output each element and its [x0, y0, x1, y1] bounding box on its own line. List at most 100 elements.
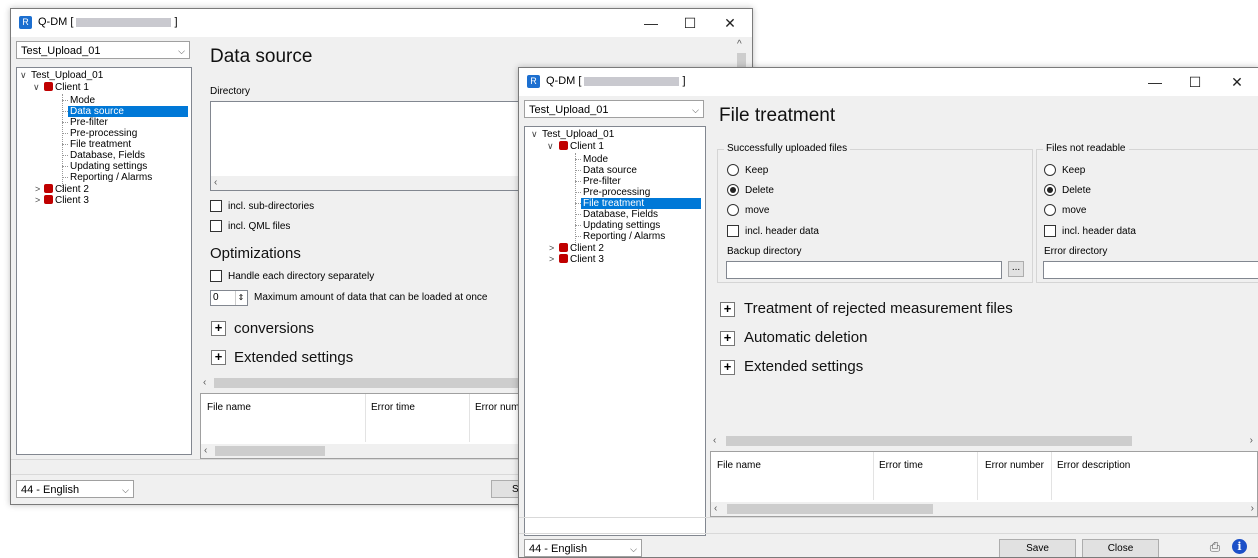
tree-client-3[interactable]: Client 3 [559, 253, 604, 265]
grid-scrollbar[interactable]: ‹ [201, 444, 546, 458]
tree-item-file-treatment[interactable]: File treatment [581, 198, 701, 209]
column-file-name[interactable]: File name [717, 460, 761, 471]
backup-directory-input[interactable] [726, 261, 1002, 279]
tree-root[interactable]: Test_Upload_01 [31, 70, 103, 81]
scroll-right-icon[interactable]: › [1250, 434, 1253, 448]
error-grid[interactable]: File name Error time Error number Error … [710, 451, 1258, 517]
extended-settings-section[interactable]: Extended settings [234, 349, 353, 366]
directory-scrollbar[interactable]: ‹ [211, 176, 541, 190]
tree-item-reporting-alarms[interactable]: Reporting / Alarms [583, 231, 665, 242]
collapse-root-icon[interactable]: ∨ [531, 129, 538, 140]
expand-rejected-files-icon[interactable]: + [720, 302, 735, 317]
collapse-client1-icon[interactable]: ∨ [33, 82, 40, 93]
content-scrollbar[interactable]: ‹ › [710, 434, 1256, 448]
uploaded-incl-header-checkbox[interactable] [727, 225, 739, 237]
scroll-up-icon[interactable]: ^ [737, 39, 742, 50]
collapse-client1-icon[interactable]: ∨ [547, 141, 554, 152]
content-scrollbar[interactable]: ‹ [200, 376, 540, 390]
error-grid[interactable]: File name Error time Error number ‹ [200, 393, 547, 459]
scroll-left-icon[interactable]: ‹ [214, 176, 217, 190]
tree-item-reporting-alarms[interactable]: Reporting / Alarms [70, 172, 152, 183]
tree-item-database-fields[interactable]: Database, Fields [583, 209, 658, 220]
tree-client-1[interactable]: Client 1 [44, 81, 89, 93]
grid-scrollbar[interactable]: ‹ › [711, 502, 1257, 516]
expand-client3-icon[interactable]: > [549, 254, 554, 264]
unreadable-delete-radio[interactable] [1044, 184, 1056, 196]
tree-item-pre-processing[interactable]: Pre-processing [583, 187, 650, 198]
tree-item-pre-filter[interactable]: Pre-filter [583, 176, 621, 187]
tree-item-file-treatment[interactable]: File treatment [70, 139, 131, 150]
expand-extended-settings-icon[interactable]: + [211, 350, 226, 365]
error-directory-input[interactable] [1043, 261, 1258, 279]
minimize-button[interactable]: — [631, 9, 671, 37]
column-file-name[interactable]: File name [207, 402, 251, 413]
column-error-time[interactable]: Error time [879, 460, 923, 471]
tree-item-pre-processing[interactable]: Pre-processing [70, 128, 137, 139]
extended-settings-section[interactable]: Extended settings [744, 358, 863, 375]
tree-item-updating-settings[interactable]: Updating settings [70, 161, 147, 172]
navigation-tree[interactable]: ∨ Test_Upload_01 ∨ Client 1 Mode Data so… [16, 67, 192, 455]
conversions-section[interactable]: conversions [234, 320, 314, 337]
maximize-button[interactable]: ☐ [670, 9, 710, 37]
expand-client2-icon[interactable]: > [35, 184, 40, 194]
minimize-button[interactable]: — [1135, 68, 1175, 96]
collapse-root-icon[interactable]: ∨ [20, 70, 27, 81]
handle-each-directory-checkbox[interactable] [210, 270, 222, 282]
language-select[interactable]: 44 - English ⌵ [16, 480, 134, 498]
language-select[interactable]: 44 - English ⌵ [524, 539, 642, 557]
navigation-tree[interactable]: ∨ Test_Upload_01 ∨ Client 1 Mode Data so… [524, 126, 706, 536]
project-select[interactable]: Test_Upload_01 ⌵ [524, 100, 704, 118]
scroll-left-icon[interactable]: ‹ [714, 502, 717, 516]
spin-arrows-icon[interactable]: ⇕ [235, 291, 246, 305]
tree-item-mode[interactable]: Mode [583, 154, 608, 165]
language-select-value: 44 - English [21, 484, 80, 496]
browse-button[interactable]: ... [1008, 261, 1024, 277]
tree-item-data-source[interactable]: Data source [583, 165, 637, 176]
incl-sub-directories-label: incl. sub-directories [228, 201, 315, 212]
expand-conversions-icon[interactable]: + [211, 321, 226, 336]
incl-qml-files-checkbox[interactable] [210, 220, 222, 232]
tree-client-3[interactable]: Client 3 [44, 194, 89, 206]
expand-automatic-deletion-icon[interactable]: + [720, 331, 735, 346]
max-amount-stepper[interactable]: 0 ⇕ [210, 290, 248, 306]
tree-item-data-source[interactable]: Data source [68, 106, 188, 117]
tree-item-updating-settings[interactable]: Updating settings [583, 220, 660, 231]
close-button[interactable]: Close [1082, 539, 1159, 557]
tree-client-1[interactable]: Client 1 [559, 140, 604, 152]
save-button[interactable]: Save [999, 539, 1076, 557]
scroll-left-icon[interactable]: ‹ [204, 444, 207, 458]
unreadable-keep-radio[interactable] [1044, 164, 1056, 176]
uploaded-move-radio[interactable] [727, 204, 739, 216]
tree-item-pre-filter[interactable]: Pre-filter [70, 117, 108, 128]
error-directory-label: Error directory [1044, 246, 1108, 257]
column-error-time[interactable]: Error time [371, 402, 415, 413]
uploaded-delete-radio[interactable] [727, 184, 739, 196]
project-select[interactable]: Test_Upload_01 ⌵ [16, 41, 190, 59]
automatic-deletion-section[interactable]: Automatic deletion [744, 329, 867, 346]
rejected-files-section[interactable]: Treatment of rejected measurement files [744, 300, 1013, 317]
tree-client-2[interactable]: Client 2 [44, 183, 89, 195]
maximize-button[interactable]: ☐ [1175, 68, 1215, 96]
close-window-button[interactable]: ✕ [1217, 68, 1257, 96]
incl-sub-directories-checkbox[interactable] [210, 200, 222, 212]
expand-extended-settings-icon[interactable]: + [720, 360, 735, 375]
scroll-right-icon[interactable]: › [1251, 502, 1254, 516]
unreadable-incl-header-checkbox[interactable] [1044, 225, 1056, 237]
tree-item-mode[interactable]: Mode [70, 95, 95, 106]
scroll-left-icon[interactable]: ‹ [203, 376, 206, 390]
qdm-app-icon: R [527, 75, 540, 88]
unreadable-move-radio[interactable] [1044, 204, 1056, 216]
close-window-button[interactable]: ✕ [710, 9, 750, 37]
directory-list[interactable]: ‹ [210, 101, 542, 191]
tree-client-2[interactable]: Client 2 [559, 242, 604, 254]
scroll-left-icon[interactable]: ‹ [713, 434, 716, 448]
info-icon[interactable]: i [1232, 539, 1247, 554]
screenshot-icon[interactable]: ⎙ [1207, 540, 1223, 554]
expand-client2-icon[interactable]: > [549, 243, 554, 253]
uploaded-keep-radio[interactable] [727, 164, 739, 176]
column-error-description[interactable]: Error description [1057, 460, 1130, 471]
expand-client3-icon[interactable]: > [35, 195, 40, 205]
column-error-number[interactable]: Error number [985, 460, 1044, 471]
tree-root[interactable]: Test_Upload_01 [542, 129, 614, 140]
tree-item-database-fields[interactable]: Database, Fields [70, 150, 145, 161]
